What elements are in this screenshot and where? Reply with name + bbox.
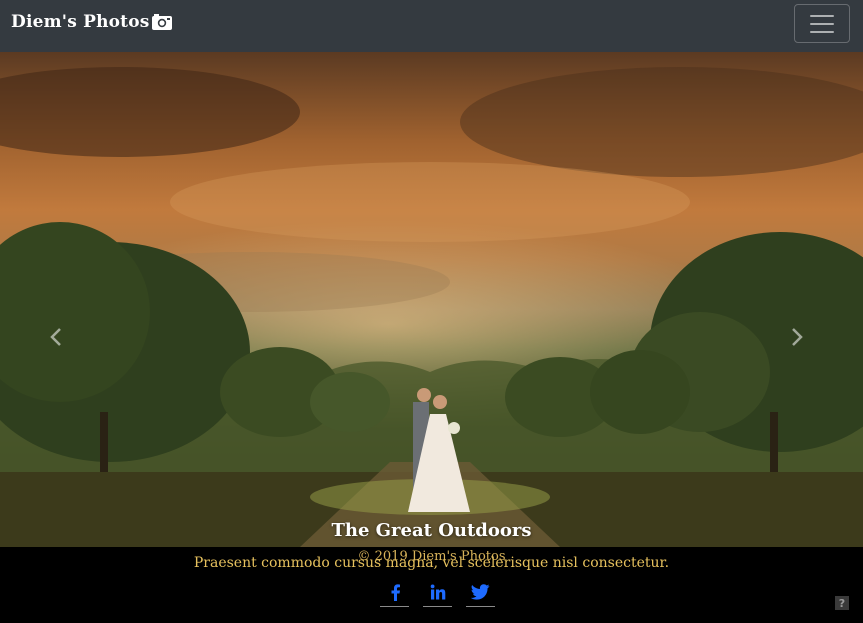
carousel-caption-text: Praesent commodo cursus magna, vel scele… (193, 555, 670, 571)
carousel-next-button[interactable] (791, 328, 811, 358)
facebook-link[interactable] (380, 584, 409, 607)
twitter-icon (471, 584, 490, 600)
camera-icon (151, 13, 173, 31)
linkedin-link[interactable] (423, 584, 452, 607)
facebook-icon (391, 584, 400, 601)
chevron-right-icon (792, 328, 803, 346)
help-icon[interactable]: ? (835, 596, 849, 610)
hamburger-icon-bar (810, 22, 834, 25)
linkedin-icon (430, 584, 445, 600)
social-links (380, 584, 495, 608)
chevron-left-icon (50, 328, 61, 346)
hamburger-icon-bar (810, 14, 834, 17)
carousel-slide-image (0, 52, 863, 547)
carousel-caption-title: The Great Outdoors (331, 520, 532, 541)
brand-title: Diem's Photos (11, 12, 150, 32)
twitter-link[interactable] (466, 584, 495, 607)
hamburger-icon-bar (810, 30, 834, 33)
navbar: Diem's Photos (0, 0, 863, 52)
carousel-prev-button[interactable] (50, 328, 70, 358)
navbar-toggler-button[interactable] (794, 4, 850, 43)
orchard-scene (0, 67, 863, 547)
brand-link[interactable]: Diem's Photos (11, 10, 173, 34)
